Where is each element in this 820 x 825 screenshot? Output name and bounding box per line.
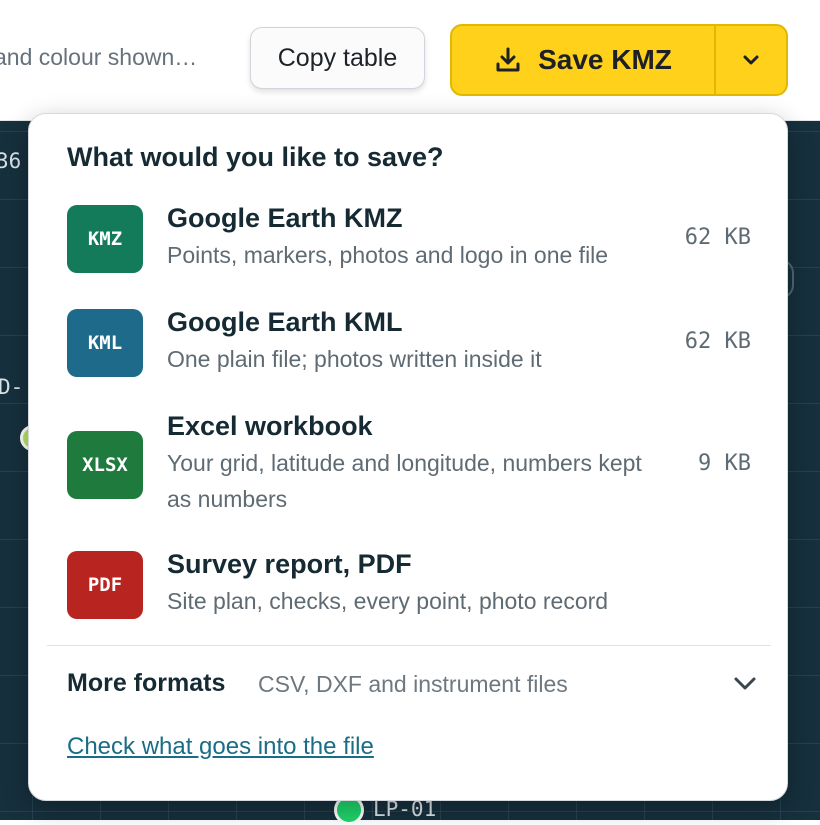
kml-file-icon: KML — [67, 309, 143, 377]
chevron-down-icon — [734, 677, 756, 690]
more-formats-toggle[interactable]: More formats CSV, DXF and instrument fil… — [67, 667, 757, 701]
map-point-label: D- — [0, 375, 24, 399]
copy-table-button[interactable]: Copy table — [250, 27, 425, 89]
chevron-down-icon — [743, 55, 759, 65]
more-formats-label: More formats — [67, 669, 226, 697]
menu-divider — [47, 645, 771, 646]
save-button-label: Save KMZ — [538, 44, 672, 75]
check-file-contents-link[interactable]: Check what goes into the file — [67, 733, 374, 761]
download-icon — [496, 47, 520, 72]
option-description: Site plan, checks, every point, photo re… — [167, 588, 609, 614]
save-option-kmz[interactable]: KMZ Google Earth KMZ Points, markers, ph… — [67, 203, 751, 275]
option-title: Google Earth KML — [167, 307, 403, 337]
option-file-size: 62 KB — [684, 225, 751, 250]
more-formats-description: CSV, DXF and instrument files — [258, 671, 568, 697]
option-file-size: 62 KB — [684, 329, 751, 354]
save-option-kml[interactable]: KML Google Earth KML One plain file; pho… — [67, 307, 751, 379]
kmz-file-icon: KMZ — [67, 205, 143, 273]
save-menu: What would you like to save? KMZ Google … — [28, 113, 788, 801]
save-option-pdf[interactable]: PDF Survey report, PDF Site plan, checks… — [67, 549, 751, 621]
option-title: Google Earth KMZ — [167, 203, 403, 233]
option-title: Excel workbook — [167, 411, 373, 441]
option-file-size: 9 KB — [698, 451, 751, 476]
pdf-file-icon: PDF — [67, 551, 143, 619]
save-option-xlsx[interactable]: XLSX Excel workbook Your grid, latitude … — [67, 411, 751, 519]
xlsx-file-icon: XLSX — [67, 431, 143, 499]
save-button-group: Save KMZ — [450, 24, 788, 96]
save-kmz-button[interactable]: Save KMZ — [452, 26, 714, 94]
toolbar: and colour shown… Copy table Save KMZ — [0, 0, 820, 121]
save-menu-title: What would you like to save? — [67, 142, 444, 172]
save-options-toggle[interactable] — [714, 26, 786, 94]
option-description: Your grid, latitude and longitude, numbe… — [167, 450, 642, 512]
option-description: Points, markers, photos and logo in one … — [167, 242, 609, 268]
option-title: Survey report, PDF — [167, 549, 412, 579]
option-description: One plain file; photos written inside it — [167, 346, 542, 372]
toolbar-hint: and colour shown… — [0, 44, 198, 70]
